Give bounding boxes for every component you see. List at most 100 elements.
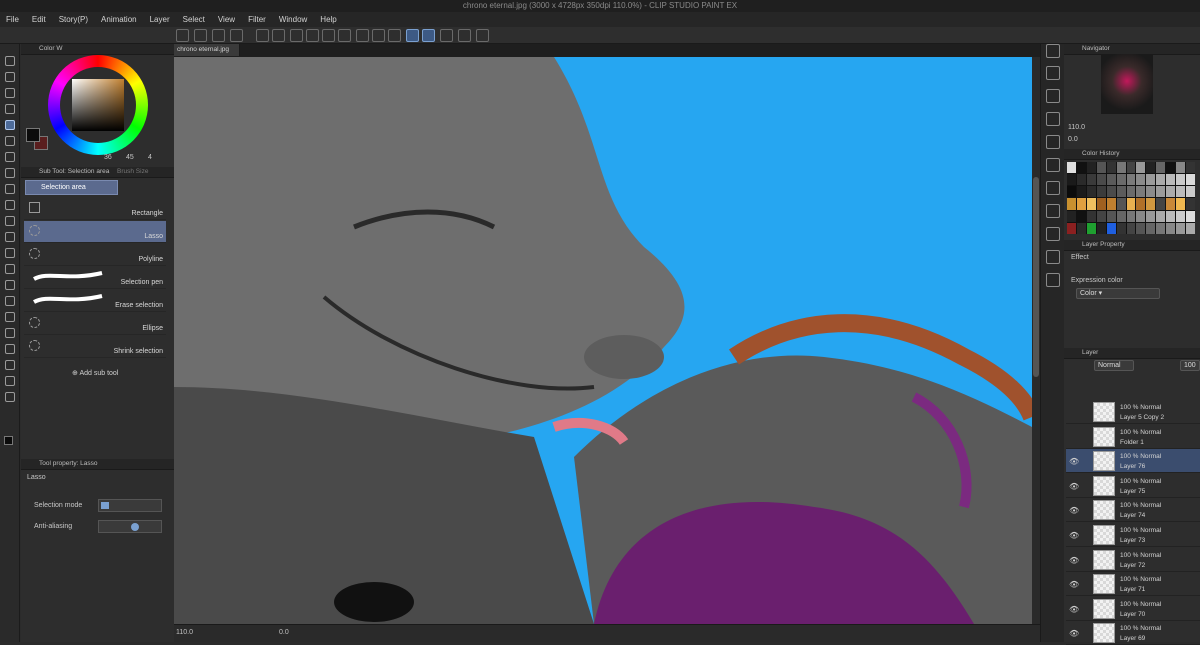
history-color-swatch[interactable]	[1176, 198, 1186, 210]
subtool-group-selection-area[interactable]: Selection area	[25, 180, 118, 195]
new-icon[interactable]	[194, 29, 207, 42]
panel-icon[interactable]	[1046, 66, 1060, 80]
history-color-swatch[interactable]	[1096, 162, 1106, 174]
panel-icon[interactable]	[1046, 135, 1060, 149]
layer-move-icon[interactable]	[5, 104, 15, 114]
add-subtool-button[interactable]: ⊕ Add sub tool	[72, 369, 118, 377]
history-color-swatch[interactable]	[1136, 198, 1146, 210]
tool-property-tab[interactable]: Tool property: Lasso	[39, 460, 98, 467]
history-color-swatch[interactable]	[1186, 162, 1195, 174]
history-color-swatch[interactable]	[1076, 222, 1086, 234]
panel-icon[interactable]	[1046, 227, 1060, 241]
history-color-swatch[interactable]	[1116, 174, 1126, 186]
history-color-swatch[interactable]	[1126, 222, 1136, 234]
subtool-polyline[interactable]: Polyline	[24, 244, 166, 266]
history-color-swatch[interactable]	[1176, 222, 1186, 234]
layer-row[interactable]: 100 % Normal Folder 1	[1066, 425, 1200, 449]
history-color-swatch[interactable]	[1067, 210, 1076, 222]
selection-tool-icon[interactable]	[5, 120, 15, 130]
auto-select-icon[interactable]	[5, 136, 15, 146]
zoom-tool-icon[interactable]	[5, 56, 15, 66]
subtool-rectangle[interactable]: Rectangle	[24, 198, 166, 220]
redo-icon[interactable]	[272, 29, 285, 42]
eye-icon[interactable]: 👁	[1069, 457, 1079, 466]
history-color-swatch[interactable]	[1146, 174, 1156, 186]
selection-mode-options[interactable]	[98, 499, 162, 512]
navigator-angle[interactable]: 0.0	[1068, 136, 1078, 143]
open-icon[interactable]	[212, 29, 225, 42]
history-color-swatch[interactable]	[1096, 210, 1106, 222]
color-history-grid[interactable]	[1067, 162, 1195, 234]
panel-icon[interactable]	[1046, 112, 1060, 126]
history-color-swatch[interactable]	[1176, 210, 1186, 222]
eye-icon[interactable]: 👁	[1069, 482, 1079, 491]
history-color-swatch[interactable]	[1067, 174, 1076, 186]
airbrush-tool-icon[interactable]	[5, 216, 15, 226]
fill-tool-icon[interactable]	[5, 280, 15, 290]
selection-launcher-icon[interactable]	[388, 29, 401, 42]
history-color-swatch[interactable]	[1166, 162, 1176, 174]
search-icon[interactable]	[1046, 44, 1060, 58]
operation-tool-icon[interactable]	[5, 88, 15, 98]
subtool-ellipse[interactable]: Ellipse	[24, 313, 166, 335]
history-color-swatch[interactable]	[1126, 198, 1136, 210]
history-color-swatch[interactable]	[1086, 162, 1096, 174]
subtool-shrink-selection[interactable]: Shrink selection	[24, 336, 166, 358]
move-tool-icon[interactable]	[5, 72, 15, 82]
save-icon[interactable]	[230, 29, 243, 42]
eraser-tool-icon[interactable]	[5, 248, 15, 258]
history-color-swatch[interactable]	[1126, 210, 1136, 222]
history-color-swatch[interactable]	[1106, 210, 1116, 222]
color-wheel-tab[interactable]: Color W	[39, 45, 62, 52]
menu-story[interactable]: Story(P)	[59, 15, 88, 24]
scroll-thumb[interactable]	[1033, 177, 1039, 377]
history-color-swatch[interactable]	[1076, 174, 1086, 186]
subtool-tab[interactable]: Sub Tool: Selection area	[39, 168, 109, 175]
eyedropper-icon[interactable]	[5, 152, 15, 162]
history-color-swatch[interactable]	[1156, 162, 1166, 174]
layer-property-tab[interactable]: Layer Property	[1082, 241, 1125, 248]
history-color-swatch[interactable]	[1086, 174, 1096, 186]
blend-mode-select[interactable]: Normal	[1094, 360, 1134, 371]
history-color-swatch[interactable]	[1106, 222, 1116, 234]
fill-icon[interactable]	[322, 29, 335, 42]
device-settings-icon[interactable]	[458, 29, 471, 42]
layer-row[interactable]: 👁 100 % Normal Layer 70	[1066, 597, 1200, 621]
history-color-swatch[interactable]	[1146, 198, 1156, 210]
invert-selection-icon[interactable]	[372, 29, 385, 42]
menu-file[interactable]: File	[6, 15, 19, 24]
balloon-tool-icon[interactable]	[5, 376, 15, 386]
history-color-swatch[interactable]	[1067, 162, 1076, 174]
history-color-swatch[interactable]	[1067, 186, 1076, 198]
history-color-swatch[interactable]	[1106, 174, 1116, 186]
history-color-swatch[interactable]	[1136, 210, 1146, 222]
layer-tab[interactable]: Layer	[1082, 349, 1098, 356]
history-color-swatch[interactable]	[1126, 174, 1136, 186]
eye-icon[interactable]: 👁	[1069, 556, 1079, 565]
ruler-tool-icon[interactable]	[5, 344, 15, 354]
layer-row[interactable]: 👁 100 % Normal Layer 71	[1066, 572, 1200, 597]
history-color-swatch[interactable]	[1136, 186, 1146, 198]
layer-row[interactable]: 👁 100 % Normal Layer 73	[1066, 523, 1200, 547]
history-color-swatch[interactable]	[1186, 210, 1195, 222]
history-color-swatch[interactable]	[1146, 162, 1156, 174]
history-color-swatch[interactable]	[1156, 186, 1166, 198]
history-color-swatch[interactable]	[1146, 186, 1156, 198]
history-color-swatch[interactable]	[1096, 174, 1106, 186]
transform-icon[interactable]	[338, 29, 351, 42]
eye-icon[interactable]: 👁	[1069, 531, 1079, 540]
layer-row[interactable]: 👁 100 % Normal Layer 76	[1066, 449, 1200, 474]
history-color-swatch[interactable]	[1186, 186, 1195, 198]
history-color-swatch[interactable]	[1176, 174, 1186, 186]
menu-window[interactable]: Window	[279, 15, 307, 24]
history-color-swatch[interactable]	[1076, 210, 1086, 222]
history-color-swatch[interactable]	[1076, 162, 1086, 174]
text-tool-icon[interactable]	[5, 360, 15, 370]
history-color-swatch[interactable]	[1086, 198, 1096, 210]
snap-grid-icon[interactable]	[440, 29, 453, 42]
history-color-swatch[interactable]	[1116, 186, 1126, 198]
snap-special-ruler-icon[interactable]	[422, 29, 435, 42]
subtool-erase-selection[interactable]: Erase selection	[24, 290, 166, 312]
canvas-vertical-scrollbar[interactable]	[1032, 57, 1040, 624]
expression-color-select[interactable]: Color ▾	[1076, 288, 1160, 299]
